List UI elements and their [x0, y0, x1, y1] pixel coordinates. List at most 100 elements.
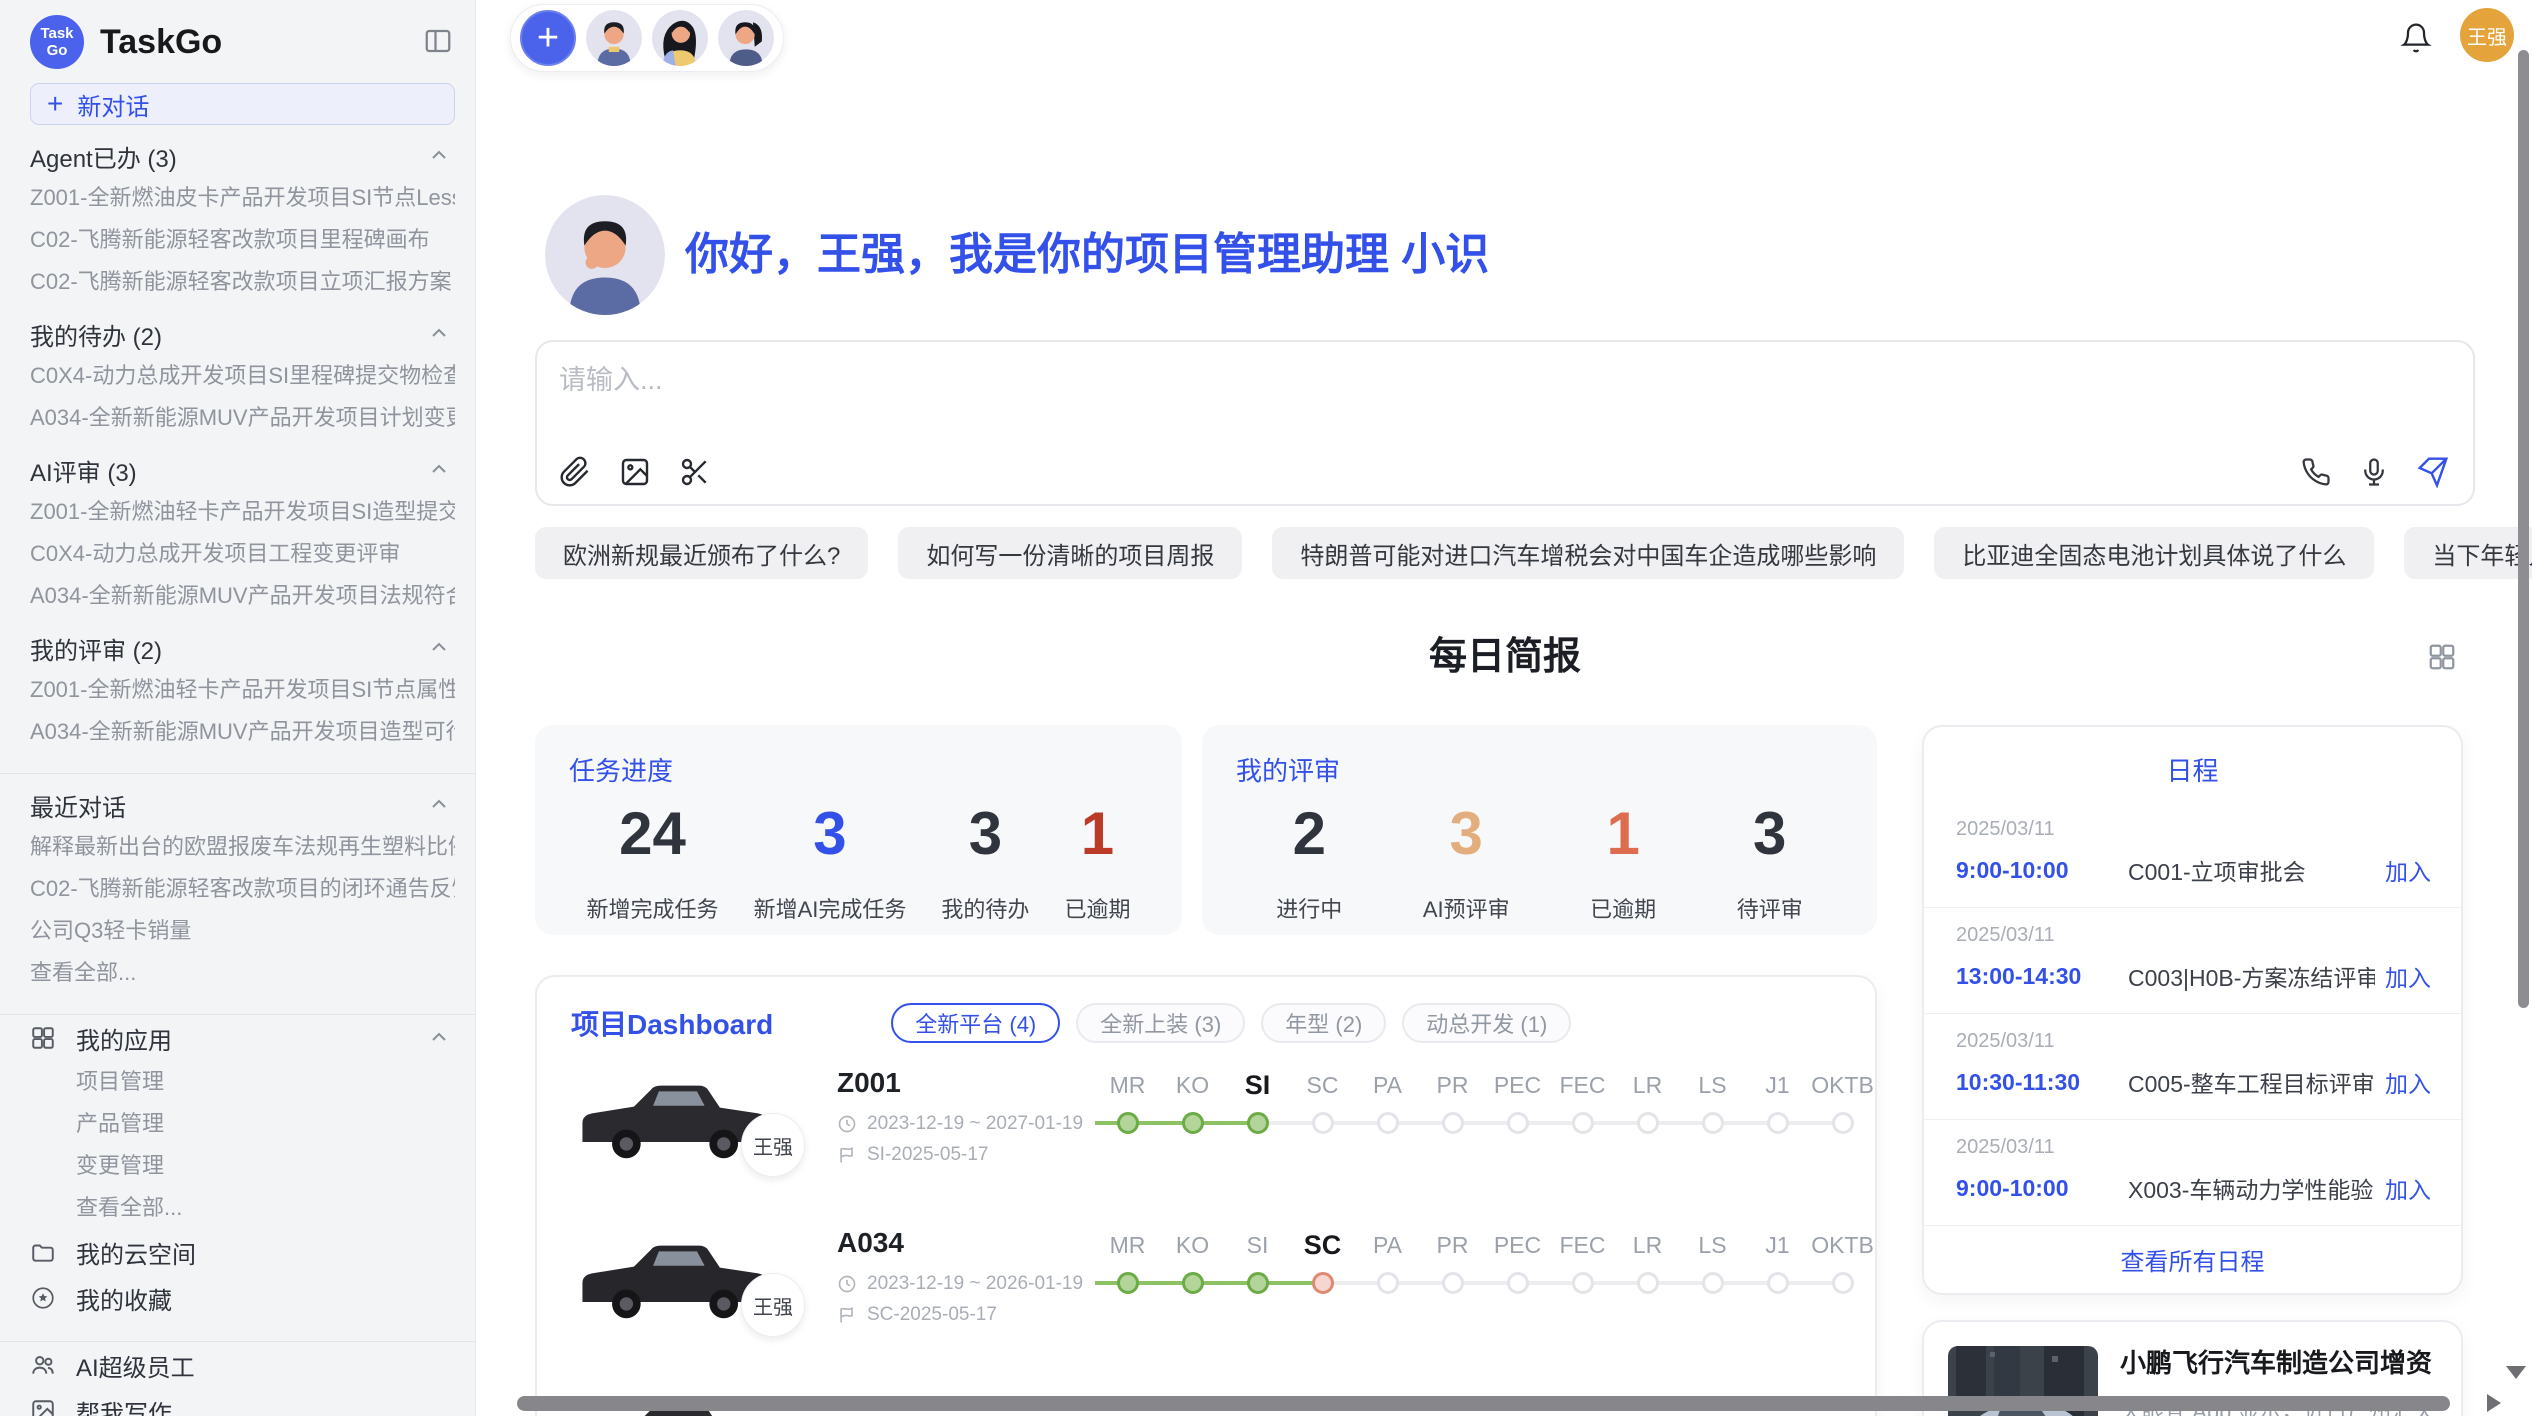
my-apps-header[interactable]: 我的应用: [30, 1015, 455, 1061]
section-header-ai-review[interactable]: AI评审 (3): [30, 449, 455, 491]
section-header-my-review[interactable]: 我的评审 (2): [30, 627, 455, 669]
milestone-si: SI: [1225, 1069, 1290, 1205]
join-link[interactable]: 加入: [2385, 959, 2431, 993]
flag-icon: [837, 1145, 857, 1165]
new-chat-button[interactable]: + 新对话: [30, 83, 455, 125]
stat: 3我的待办: [941, 798, 1029, 924]
milestone-dot-mr: [1117, 1112, 1139, 1134]
stat: 3AI预评审: [1423, 798, 1510, 924]
composer-right-icons: [2301, 456, 2449, 488]
view-all-schedule-link[interactable]: 查看所有日程: [1924, 1242, 2461, 1277]
schedule-item: 2025/03/11 9:00-10:00 C001-立项审批会 加入: [1924, 802, 2461, 908]
stat: 3新增AI完成任务: [754, 798, 907, 924]
chevron-up-icon[interactable]: [427, 458, 451, 482]
milestone-sc: SC: [1290, 1069, 1355, 1205]
project-owner-badge: 王强: [741, 1113, 805, 1177]
users-icon: [30, 1352, 56, 1378]
project-row: 王强 Z001 2023-12-19 ~ 2027-01-19 SI-2025-…: [571, 1067, 1841, 1205]
sidebar-item[interactable]: Z001-全新燃油皮卡产品开发项目SI节点Lesson Learn报告: [30, 177, 455, 219]
new-chat-label: 新对话: [77, 87, 149, 122]
app-title: TaskGo: [100, 23, 222, 62]
sidebar-collapse-icon[interactable]: [423, 26, 453, 56]
app-item-change-mgmt[interactable]: 变更管理: [30, 1145, 455, 1187]
milestone-j1: J1: [1745, 1069, 1810, 1205]
chevron-up-icon[interactable]: [427, 144, 451, 168]
project-dates: 2023-12-19 ~ 2027-01-19: [867, 1113, 1083, 1135]
chat-input[interactable]: [559, 358, 2159, 428]
sidebar-item[interactable]: A034-全新新能源MUV产品开发项目计划变更表编写: [30, 397, 455, 439]
sidebar-item[interactable]: Z001-全新燃油轻卡产品开发项目SI造型提交物评审: [30, 491, 455, 533]
grid-icon: [30, 1025, 56, 1051]
suggestion-chip[interactable]: 比亚迪全固态电池计划具体说了什么: [1934, 527, 2374, 579]
apps-view-all[interactable]: 查看全部...: [30, 1187, 455, 1229]
project-owner-badge: 王强: [741, 1273, 805, 1337]
section-header-agent-done[interactable]: Agent已办 (3): [30, 135, 455, 177]
section-header-my-todo[interactable]: 我的待办 (2): [30, 313, 455, 355]
chevron-up-icon[interactable]: [427, 636, 451, 660]
milestone-dot-ko: [1182, 1112, 1204, 1134]
flag-icon: [837, 1305, 857, 1325]
sidebar-item[interactable]: A034-全新新能源MUV产品开发项目法规符合性评审: [30, 575, 455, 617]
tool-ai-super-staff[interactable]: AI超级员工: [30, 1342, 455, 1388]
milestone-fec: FEC: [1550, 1069, 1615, 1205]
project-code: A034: [837, 1227, 1087, 1259]
app-item-project-mgmt[interactable]: 项目管理: [30, 1061, 455, 1103]
milestone-dot-ls: [1702, 1272, 1724, 1294]
milestone-lr: LR: [1615, 1069, 1680, 1205]
schedule-time: 13:00-14:30: [1956, 963, 2128, 990]
scroll-right-arrow[interactable]: [2487, 1394, 2501, 1412]
my-cloud-space[interactable]: 我的云空间: [30, 1229, 455, 1275]
vertical-scrollbar[interactable]: [2518, 50, 2529, 1008]
sidebar-item[interactable]: C0X4-动力总成开发项目SI里程碑提交物检查: [30, 355, 455, 397]
tab-model-year[interactable]: 年型 (2): [1261, 1003, 1386, 1043]
my-favorites[interactable]: 我的收藏: [30, 1275, 455, 1321]
send-icon[interactable]: [2417, 456, 2449, 488]
greeting-text: 你好，王强，我是你的项目管理助理 小识: [685, 195, 1489, 315]
suggestion-chip[interactable]: 欧洲新规最近颁布了什么?: [535, 527, 868, 579]
join-link[interactable]: 加入: [2385, 1065, 2431, 1099]
sidebar-item[interactable]: A034-全新新能源MUV产品开发项目造型可行性评审: [30, 711, 455, 753]
suggestion-chip[interactable]: 特朗普可能对进口汽车增税会对中国车企造成哪些影响: [1272, 527, 1904, 579]
milestone-dot-pa: [1377, 1272, 1399, 1294]
tab-new-platform[interactable]: 全新平台 (4): [891, 1003, 1060, 1043]
project-dashboard-card: 项目Dashboard 全新平台 (4) 全新上装 (3) 年型 (2) 动总开…: [535, 975, 1877, 1416]
logo-text-1: Task: [40, 25, 73, 42]
milestone-ls: LS: [1680, 1069, 1745, 1205]
join-link[interactable]: 加入: [2385, 853, 2431, 887]
suggestion-chip[interactable]: 如何写一份清晰的项目周报: [898, 527, 1242, 579]
microphone-icon[interactable]: [2359, 457, 2389, 487]
recent-chat-item[interactable]: 公司Q3轻卡销量: [30, 910, 455, 952]
chevron-up-icon[interactable]: [427, 322, 451, 346]
join-link[interactable]: 加入: [2385, 1171, 2431, 1205]
recent-view-all[interactable]: 查看全部...: [30, 952, 455, 994]
clock-icon: [837, 1114, 857, 1134]
image-icon[interactable]: [619, 456, 651, 488]
tab-new-body[interactable]: 全新上装 (3): [1076, 1003, 1245, 1043]
recent-chat-item[interactable]: 解释最新出台的欧盟报废车法规再生塑料比例被调至15%...: [30, 826, 455, 868]
suggestion-chips: 欧洲新规最近颁布了什么? 如何写一份清晰的项目周报 特朗普可能对进口汽车增税会对…: [535, 527, 2532, 579]
layout-grid-icon[interactable]: [2427, 642, 2457, 672]
daily-brief-header: 每日简报: [535, 628, 2475, 686]
sidebar-item[interactable]: C02-飞腾新能源轻客改款项目立项汇报方案: [30, 261, 455, 303]
chevron-up-icon[interactable]: [427, 793, 451, 817]
sidebar-item[interactable]: C0X4-动力总成开发项目工程变更评审: [30, 533, 455, 575]
tool-help-me-write[interactable]: 帮我写作: [30, 1388, 455, 1416]
scroll-down-arrow[interactable]: [2506, 1366, 2526, 1379]
section-header-recent[interactable]: 最近对话: [30, 784, 455, 826]
sidebar-item[interactable]: Z001-全新燃油轻卡产品开发项目SI节点属性5D文件评审: [30, 669, 455, 711]
sidebar-item[interactable]: C02-飞腾新能源轻客改款项目里程碑画布: [30, 219, 455, 261]
milestone-ls: LS: [1680, 1229, 1745, 1365]
scissors-icon[interactable]: [679, 456, 711, 488]
app-item-product-mgmt[interactable]: 产品管理: [30, 1103, 455, 1145]
paperclip-icon[interactable]: [559, 456, 591, 488]
milestone-dot-fec: [1572, 1272, 1594, 1294]
recent-chat-item[interactable]: C02-飞腾新能源轻客改款项目的闭环通告反馈情况: [30, 868, 455, 910]
dashboard-columns: 任务进度 24新增完成任务 3新增AI完成任务 3我的待办 1已逾期 我的评审: [535, 725, 2475, 1416]
app-window: Task Go TaskGo + 新对话 Agent已办 (3) Z001-全新…: [0, 0, 2532, 1416]
horizontal-scrollbar[interactable]: [517, 1396, 2450, 1411]
suggestion-chip[interactable]: 当下年轻人对汽车外观有怎样的喜好趋势: [2404, 527, 2532, 579]
tab-powertrain[interactable]: 动总开发 (1): [1402, 1003, 1571, 1043]
assistant-avatar: [545, 195, 665, 315]
chevron-up-icon[interactable]: [427, 1026, 451, 1050]
phone-icon[interactable]: [2301, 457, 2331, 487]
